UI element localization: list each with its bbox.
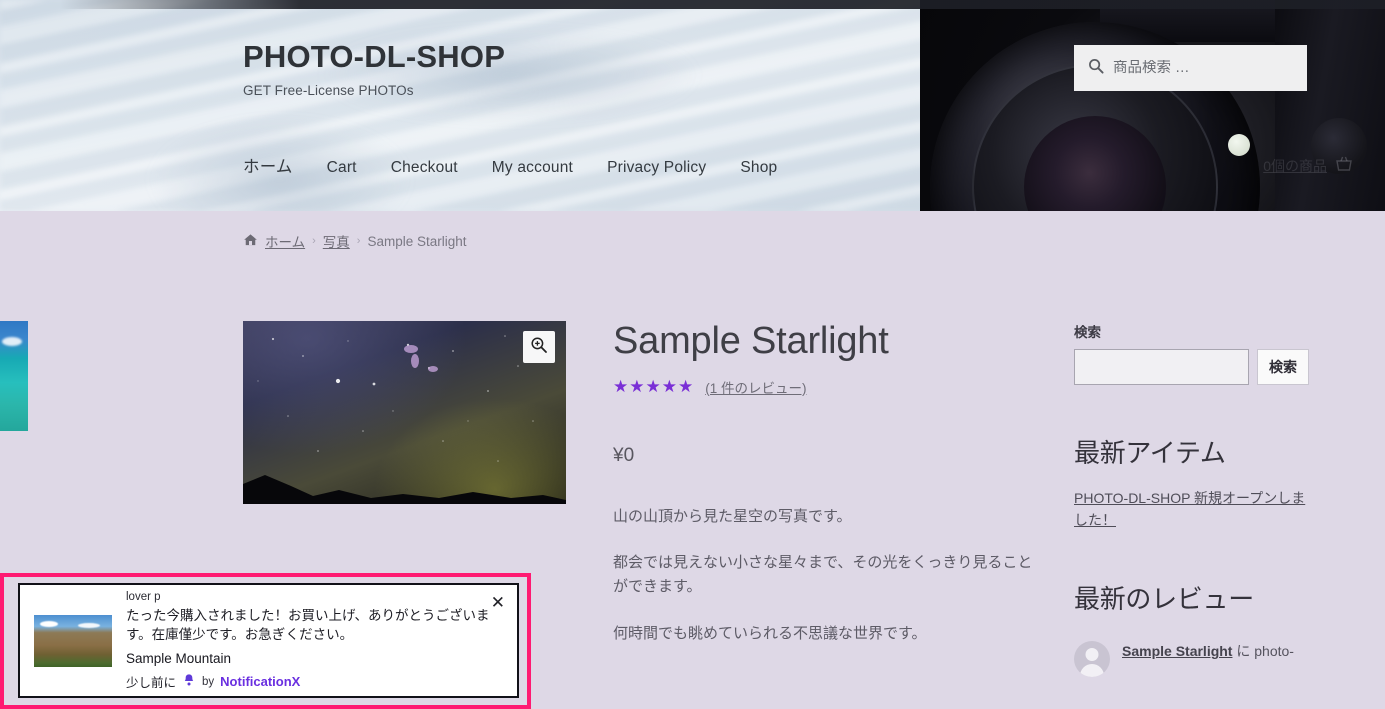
notification-user: lover p: [126, 590, 161, 603]
header-search-input[interactable]: [1113, 60, 1293, 76]
product-rating: ★★★★★ (1 件のレビュー): [613, 377, 1038, 397]
notificationx-popup[interactable]: lover p たった今購入されました！お買い上げ、ありがとうございます。在庫僅…: [18, 583, 519, 698]
breadcrumb: ホーム › 写真 › Sample Starlight: [243, 231, 467, 251]
site-header: PHOTO-DL-SHOP GET Free-License PHOTOs 0個…: [0, 0, 1385, 211]
latest-items-title: 最新アイテム: [1074, 438, 1226, 468]
nav-item-my-account[interactable]: My account: [492, 159, 573, 177]
top-dark-strip: [0, 0, 1385, 9]
search-widget: 検索 検索: [1074, 321, 1314, 385]
site-tagline: GET Free-License PHOTOs: [243, 83, 414, 99]
cloud-shape: [78, 622, 100, 628]
breadcrumb-item-home[interactable]: ホーム: [265, 231, 305, 251]
breadcrumb-separator: ›: [312, 235, 316, 247]
camera-lens-dot: [1228, 134, 1250, 156]
notification-thumbnail: [34, 614, 112, 667]
magnify-plus-icon: [530, 336, 548, 359]
review-count-link[interactable]: (1 件のレビュー): [705, 377, 806, 397]
notification-time: 少し前に: [126, 676, 177, 691]
rating-stars: ★★★★★: [613, 377, 695, 397]
description-paragraph: 山の山頂から見た星空の写真です。: [613, 507, 852, 525]
breadcrumb-item-category[interactable]: 写真: [323, 231, 350, 251]
camera-body: [1275, 0, 1385, 211]
product-price: ¥0: [613, 444, 635, 466]
description-paragraph: 都会では見えない小さな星々まで、その光をくっきり見ることができます。: [613, 554, 1033, 596]
notification-product[interactable]: Sample Mountain: [126, 651, 505, 666]
breadcrumb-item-current: Sample Starlight: [367, 233, 467, 249]
primary-navigation: ホーム Cart Checkout My account Privacy Pol…: [243, 153, 777, 177]
product-title: Sample Starlight: [613, 320, 889, 362]
basket-icon: [1335, 155, 1353, 176]
sidebar: 検索 検索 最新アイテム PHOTO-DL-SHOP 新規オープンしました！ 最…: [1074, 321, 1314, 678]
header-product-search[interactable]: [1074, 45, 1307, 91]
nav-item-privacy-policy[interactable]: Privacy Policy: [607, 159, 706, 177]
review-suffix: に photo-: [1232, 643, 1294, 660]
search-widget-label: 検索: [1074, 325, 1101, 340]
notificationx-popup-highlight: lover p たった今購入されました！お買い上げ、ありがとうございます。在庫僅…: [0, 573, 531, 709]
product-gallery: [243, 321, 566, 504]
search-widget-row: 検索: [1074, 349, 1314, 385]
breadcrumb-separator: ›: [356, 235, 361, 247]
latest-reviews-title: 最新のレビュー: [1074, 584, 1254, 615]
notificationx-brand[interactable]: NotificationX: [220, 674, 300, 689]
nav-item-shop[interactable]: Shop: [740, 159, 777, 177]
sidebar-search-button[interactable]: 検索: [1257, 349, 1309, 385]
product-main-image[interactable]: [243, 321, 566, 504]
search-icon: [1088, 58, 1104, 79]
cart-link[interactable]: 0個の商品: [1263, 155, 1353, 176]
nav-item-checkout[interactable]: Checkout: [391, 159, 458, 177]
bell-icon: [182, 673, 196, 690]
image-zoom-button[interactable]: [523, 331, 555, 363]
notification-body: lover p たった今購入されました！お買い上げ、ありがとうございます。在庫僅…: [126, 590, 505, 691]
mountain-silhouette: [243, 475, 566, 504]
avatar: [1074, 641, 1110, 678]
cart-count-text: 0個の商品: [1263, 157, 1327, 174]
latest-item-link[interactable]: PHOTO-DL-SHOP 新規オープンしました！: [1074, 488, 1314, 531]
product-description: 山の山頂から見た星空の写真です。 都会では見えない小さな星々まで、その光をくっき…: [613, 505, 1038, 646]
description-paragraph: 何時間でも眺めていられる不思議な世界です。: [613, 624, 927, 642]
review-text: Sample Starlight に photo-: [1122, 641, 1294, 677]
sidebar-search-input[interactable]: [1074, 349, 1249, 385]
notification-message: たった今購入されました！お買い上げ、ありがとうございます。在庫僅少です。お急ぎく…: [126, 607, 490, 642]
header-camera-photo: [920, 0, 1385, 211]
nav-item-cart[interactable]: Cart: [327, 159, 357, 177]
page-root: PHOTO-DL-SHOP GET Free-License PHOTOs 0個…: [0, 0, 1385, 709]
left-edge-image-peek: [0, 321, 28, 431]
site-branding: PHOTO-DL-SHOP GET Free-License PHOTOs: [243, 39, 505, 99]
notification-by-label: by: [202, 675, 215, 688]
review-product-link[interactable]: Sample Starlight: [1122, 643, 1232, 659]
review-list-item: Sample Starlight に photo-: [1074, 641, 1314, 678]
close-icon[interactable]: ✕: [491, 594, 505, 611]
notification-footer: 少し前に by NotificationX: [126, 672, 505, 691]
cloud-shape: [40, 620, 58, 627]
site-title[interactable]: PHOTO-DL-SHOP: [243, 39, 505, 74]
product-summary: Sample Starlight ★★★★★ (1 件のレビュー) ¥0 山の山…: [613, 320, 1038, 668]
nav-item-home[interactable]: ホーム: [243, 153, 293, 177]
home-icon: [243, 233, 258, 250]
